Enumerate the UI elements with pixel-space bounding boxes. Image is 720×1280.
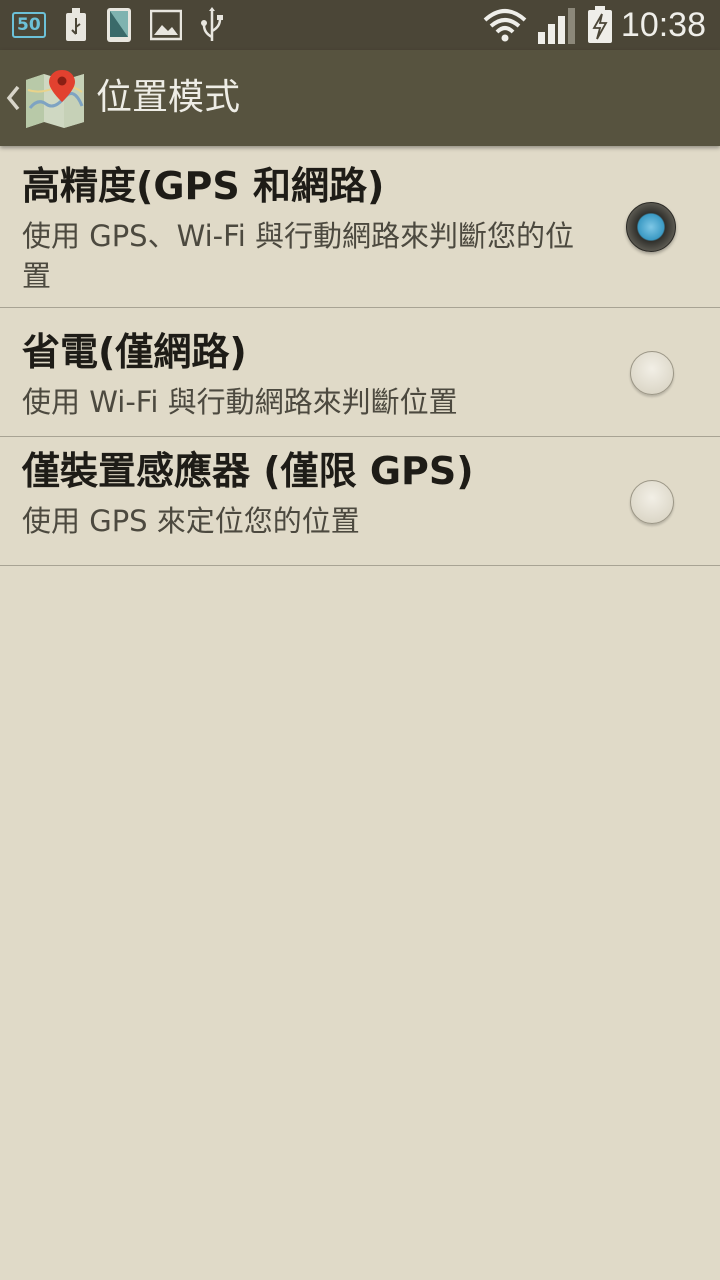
notification-icons: 50: [12, 6, 242, 44]
option-title: 高精度(GPS 和網路): [22, 164, 385, 208]
phone-screen-icon: [106, 8, 131, 42]
page-title: 位置模式: [96, 77, 241, 118]
radio-button-selected[interactable]: [626, 202, 676, 252]
maps-icon[interactable]: [24, 68, 86, 130]
option-subtitle: 使用 Wi-Fi 與行動網路來判斷位置: [22, 385, 458, 419]
option-device-only[interactable]: 僅裝置感應器 (僅限 GPS) 使用 GPS 來定位您的位置: [0, 437, 720, 566]
signal-icon: [537, 8, 575, 44]
usb-icon: [200, 7, 223, 41]
usb-icon: [65, 8, 86, 41]
option-battery-saving[interactable]: 省電(僅網路) 使用 Wi-Fi 與行動網路來判斷位置: [0, 308, 720, 437]
chevron-left-icon[interactable]: [4, 83, 22, 113]
option-title: 僅裝置感應器 (僅限 GPS): [22, 449, 474, 493]
radio-button[interactable]: [630, 351, 674, 395]
image-icon: [149, 9, 182, 41]
radio-button[interactable]: [630, 480, 674, 524]
option-subtitle: 使用 GPS 來定位您的位置: [22, 504, 360, 538]
option-subtitle: 使用 GPS、Wi-Fi 與行動網路來判斷您的位置: [22, 219, 574, 293]
option-high-accuracy[interactable]: 高精度(GPS 和網路) 使用 GPS、Wi-Fi 與行動網路來判斷您的位置: [0, 146, 720, 308]
clock: 10:38: [620, 5, 706, 44]
option-title: 省電(僅網路): [22, 330, 247, 374]
status-bar: 50 10:38: [0, 0, 720, 50]
battery-charging-icon: [587, 6, 612, 43]
system-icons: 10:38: [473, 6, 706, 44]
location-mode-list: 高精度(GPS 和網路) 使用 GPS、Wi-Fi 與行動網路來判斷您的位置 省…: [0, 146, 720, 566]
notification-badge: 50: [12, 12, 46, 38]
action-bar: 位置模式: [0, 50, 720, 146]
wifi-icon: [483, 9, 527, 42]
